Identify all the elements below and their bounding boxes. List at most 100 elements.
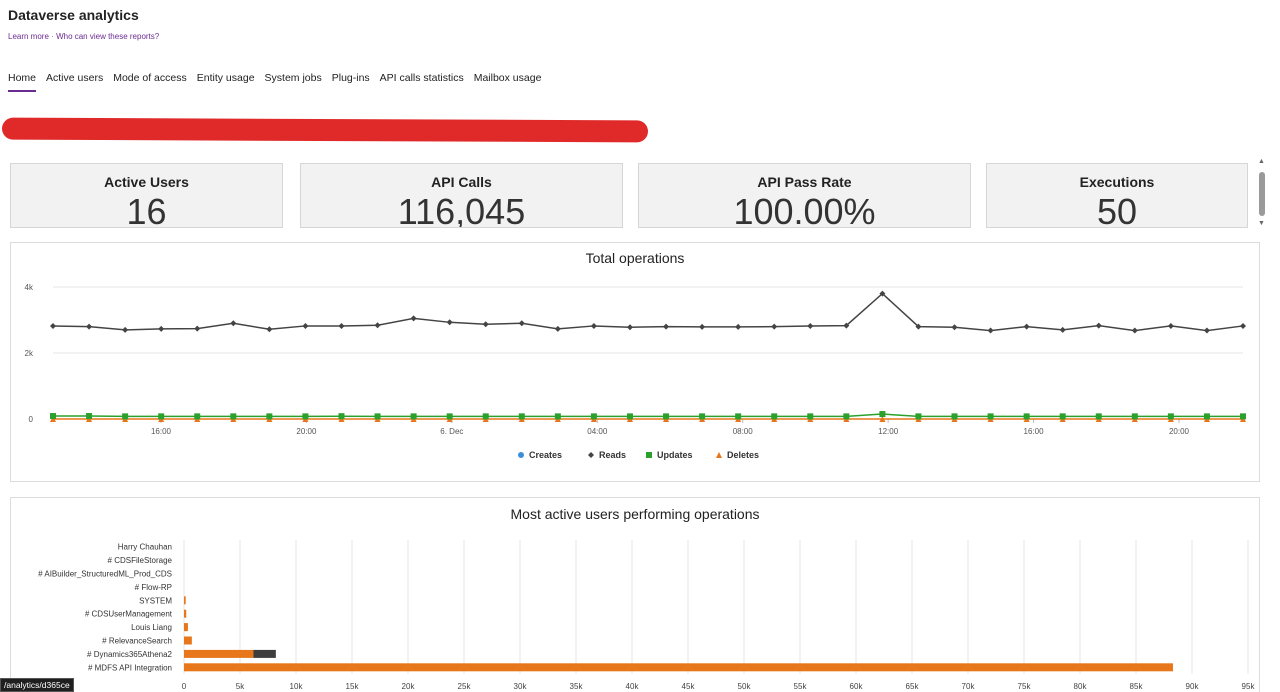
y-tick-label: 0 [29, 415, 34, 424]
tab-plug-ins[interactable]: Plug-ins [332, 72, 378, 92]
data-point [230, 320, 237, 327]
data-point [554, 325, 561, 332]
x-tick-label: 25k [458, 682, 472, 691]
legend-label: Creates [529, 450, 562, 460]
header-links: Learn more · Who can view these reports? [8, 32, 159, 41]
data-point [266, 326, 273, 333]
data-point [987, 327, 994, 334]
scroll-thumb[interactable] [1259, 172, 1265, 216]
category-label: # MDFS API Integration [88, 663, 172, 672]
bar [184, 636, 192, 645]
x-tick-label: 08:00 [733, 427, 754, 436]
kpi-value: 116,045 [397, 191, 526, 228]
tab-active-users[interactable]: Active users [46, 72, 111, 92]
category-label: # CDSUserManagement [85, 610, 173, 619]
data-point [590, 322, 597, 329]
data-point [626, 413, 633, 420]
data-point [1131, 413, 1138, 420]
x-tick-label: 6. Dec [440, 427, 463, 436]
bar [184, 609, 187, 618]
x-tick-label: 45k [682, 682, 696, 691]
bar [184, 623, 188, 632]
page-title: Dataverse analytics [8, 7, 139, 23]
learn-more-link[interactable]: Learn more [8, 32, 49, 41]
kpi-api-pass-rate: API Pass Rate 100.00% [638, 163, 971, 228]
x-tick-label: 16:00 [151, 427, 172, 436]
tab-system-jobs[interactable]: System jobs [265, 72, 330, 92]
x-tick-label: 0 [182, 682, 187, 691]
legend-label: Deletes [727, 450, 759, 460]
kpi-label: API Calls [431, 174, 492, 190]
scroll-down-icon[interactable]: ▼ [1258, 220, 1265, 227]
x-tick-label: 90k [1186, 682, 1200, 691]
kpi-executions: Executions 50 [986, 163, 1248, 228]
data-point [951, 413, 958, 420]
x-tick-label: 35k [570, 682, 584, 691]
data-point [446, 413, 453, 420]
legend-item-creates: Creates [518, 450, 562, 460]
kpi-value: 16 [126, 191, 167, 228]
data-point [1203, 327, 1210, 334]
kpi-active-users: Active Users 16 [10, 163, 283, 228]
data-point [699, 413, 706, 420]
data-point [230, 413, 237, 420]
category-label: Harry Chauhan [118, 543, 172, 552]
legend-marker-icon [518, 452, 524, 458]
x-tick-label: 95k [1242, 682, 1256, 691]
x-tick-label: 85k [1130, 682, 1144, 691]
x-tick-label: 16:00 [1024, 427, 1045, 436]
data-point [1240, 322, 1246, 329]
x-tick-label: 20k [402, 682, 416, 691]
data-point [122, 326, 129, 333]
data-point [663, 323, 670, 330]
x-tick-label: 40k [626, 682, 640, 691]
data-point [1095, 322, 1102, 329]
x-tick-label: 60k [850, 682, 864, 691]
data-point [50, 413, 56, 420]
kpi-api-calls: API Calls 116,045 [300, 163, 623, 228]
x-tick-label: 50k [738, 682, 752, 691]
legend-item-deletes: Deletes [716, 450, 759, 460]
tab-api-calls-statistics[interactable]: API calls statistics [380, 72, 472, 92]
tab-mode-of-access[interactable]: Mode of access [113, 72, 195, 92]
data-point [1167, 322, 1174, 329]
data-point [1167, 413, 1174, 420]
kpi-scrollbar[interactable]: ▲ ▼ [1256, 158, 1268, 230]
tab-home[interactable]: Home [8, 72, 44, 92]
data-point [338, 413, 345, 420]
x-tick-label: 5k [236, 682, 245, 691]
total-operations-chart: 0 2k 4k 16:00 20:00 6. Dec 04:00 08:00 12:00 16:0… [25, 283, 1246, 460]
data-point [915, 413, 922, 420]
data-point [735, 323, 742, 330]
bar [184, 649, 254, 658]
data-point [266, 413, 273, 420]
data-point [50, 322, 56, 329]
data-point [1240, 413, 1246, 420]
legend-marker-icon [716, 452, 722, 458]
data-point [194, 325, 201, 332]
scroll-up-icon[interactable]: ▲ [1258, 158, 1265, 165]
data-point [122, 413, 129, 420]
category-label: SYSTEM [139, 596, 172, 605]
data-point [86, 323, 93, 330]
data-point [1131, 327, 1138, 334]
data-point [807, 322, 814, 329]
data-point [1059, 326, 1066, 333]
who-can-view-link[interactable]: Who can view these reports? [56, 32, 159, 41]
x-tick-label: 12:00 [878, 427, 899, 436]
data-point [158, 413, 165, 420]
data-point [1023, 413, 1030, 420]
data-point [807, 413, 814, 420]
x-tick-label: 55k [794, 682, 808, 691]
data-point [1059, 413, 1066, 420]
tab-entity-usage[interactable]: Entity usage [197, 72, 263, 92]
tab-mailbox-usage[interactable]: Mailbox usage [474, 72, 550, 92]
data-point [699, 323, 706, 330]
data-point [158, 325, 165, 332]
x-tick-label: 04:00 [587, 427, 608, 436]
series-line-reads [52, 292, 1244, 332]
y-tick-label: 4k [25, 283, 34, 292]
data-point [951, 324, 958, 331]
x-tick-label: 75k [1018, 682, 1032, 691]
x-tick-label: 30k [514, 682, 528, 691]
